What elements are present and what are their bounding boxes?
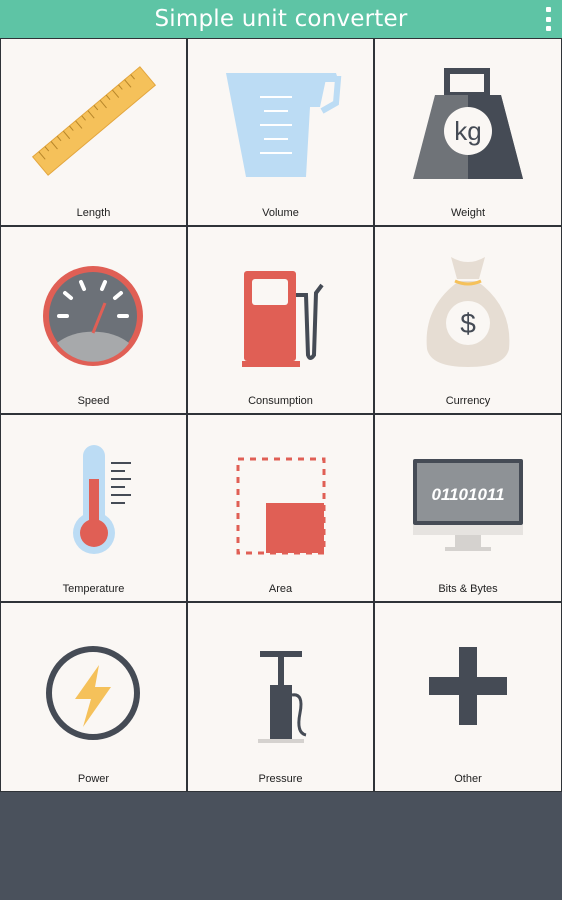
tile-other[interactable]: Other (375, 603, 561, 791)
tile-label: Temperature (62, 583, 125, 595)
svg-text:01101011: 01101011 (431, 485, 504, 504)
tile-length[interactable]: Length (1, 39, 186, 225)
svg-text:kg: kg (454, 116, 481, 146)
ruler-icon (31, 66, 157, 176)
tile-label: Consumption (248, 395, 313, 407)
app-title: Simple unit converter (154, 6, 408, 32)
tile-label: Currency (445, 395, 491, 407)
tile-speed[interactable]: Speed (1, 227, 186, 413)
tile-label: Speed (77, 395, 110, 407)
kettlebell-weight-icon: kg (413, 68, 523, 179)
app-bar: Simple unit converter (0, 0, 562, 38)
tile-label: Pressure (258, 773, 303, 785)
tile-bits-bytes[interactable]: 01101011 Bits & Bytes (375, 415, 561, 601)
tile-label: Bits & Bytes (438, 583, 498, 595)
tile-label: Power (77, 773, 110, 785)
speedometer-icon (43, 266, 143, 366)
tile-currency[interactable]: $ Currency (375, 227, 561, 413)
tile-power[interactable]: Power (1, 603, 186, 791)
monitor-icon: 01101011 (413, 459, 523, 551)
thermometer-icon (73, 445, 131, 554)
tile-weight[interactable]: kg Weight (375, 39, 561, 225)
menu-dot (545, 16, 551, 22)
plus-icon (429, 647, 507, 725)
tile-label: Volume (262, 207, 299, 219)
area-square-icon (236, 457, 326, 555)
tile-label: Area (268, 583, 293, 595)
svg-text:$: $ (460, 308, 476, 339)
tile-pressure[interactable]: Pressure (188, 603, 373, 791)
overflow-menu-button[interactable] (542, 7, 554, 31)
tile-label: Weight (450, 207, 486, 219)
tile-label: Other (454, 773, 482, 785)
tile-area[interactable]: Area (188, 415, 373, 601)
tile-consumption[interactable]: Consumption (188, 227, 373, 413)
tile-volume[interactable]: Volume (188, 39, 373, 225)
measuring-jug-icon (226, 73, 342, 177)
money-bag-icon: $ (426, 257, 510, 367)
menu-dot (545, 7, 551, 12)
bottom-bar (0, 792, 562, 900)
menu-dot (545, 26, 551, 31)
fuel-pump-icon (242, 271, 324, 367)
tile-label: Length (76, 207, 111, 219)
converter-grid: Length Volume kg Weight Speed Consumptio… (0, 38, 562, 792)
air-pump-icon (258, 651, 307, 743)
lightning-bolt-icon (46, 646, 140, 740)
tile-temperature[interactable]: Temperature (1, 415, 186, 601)
